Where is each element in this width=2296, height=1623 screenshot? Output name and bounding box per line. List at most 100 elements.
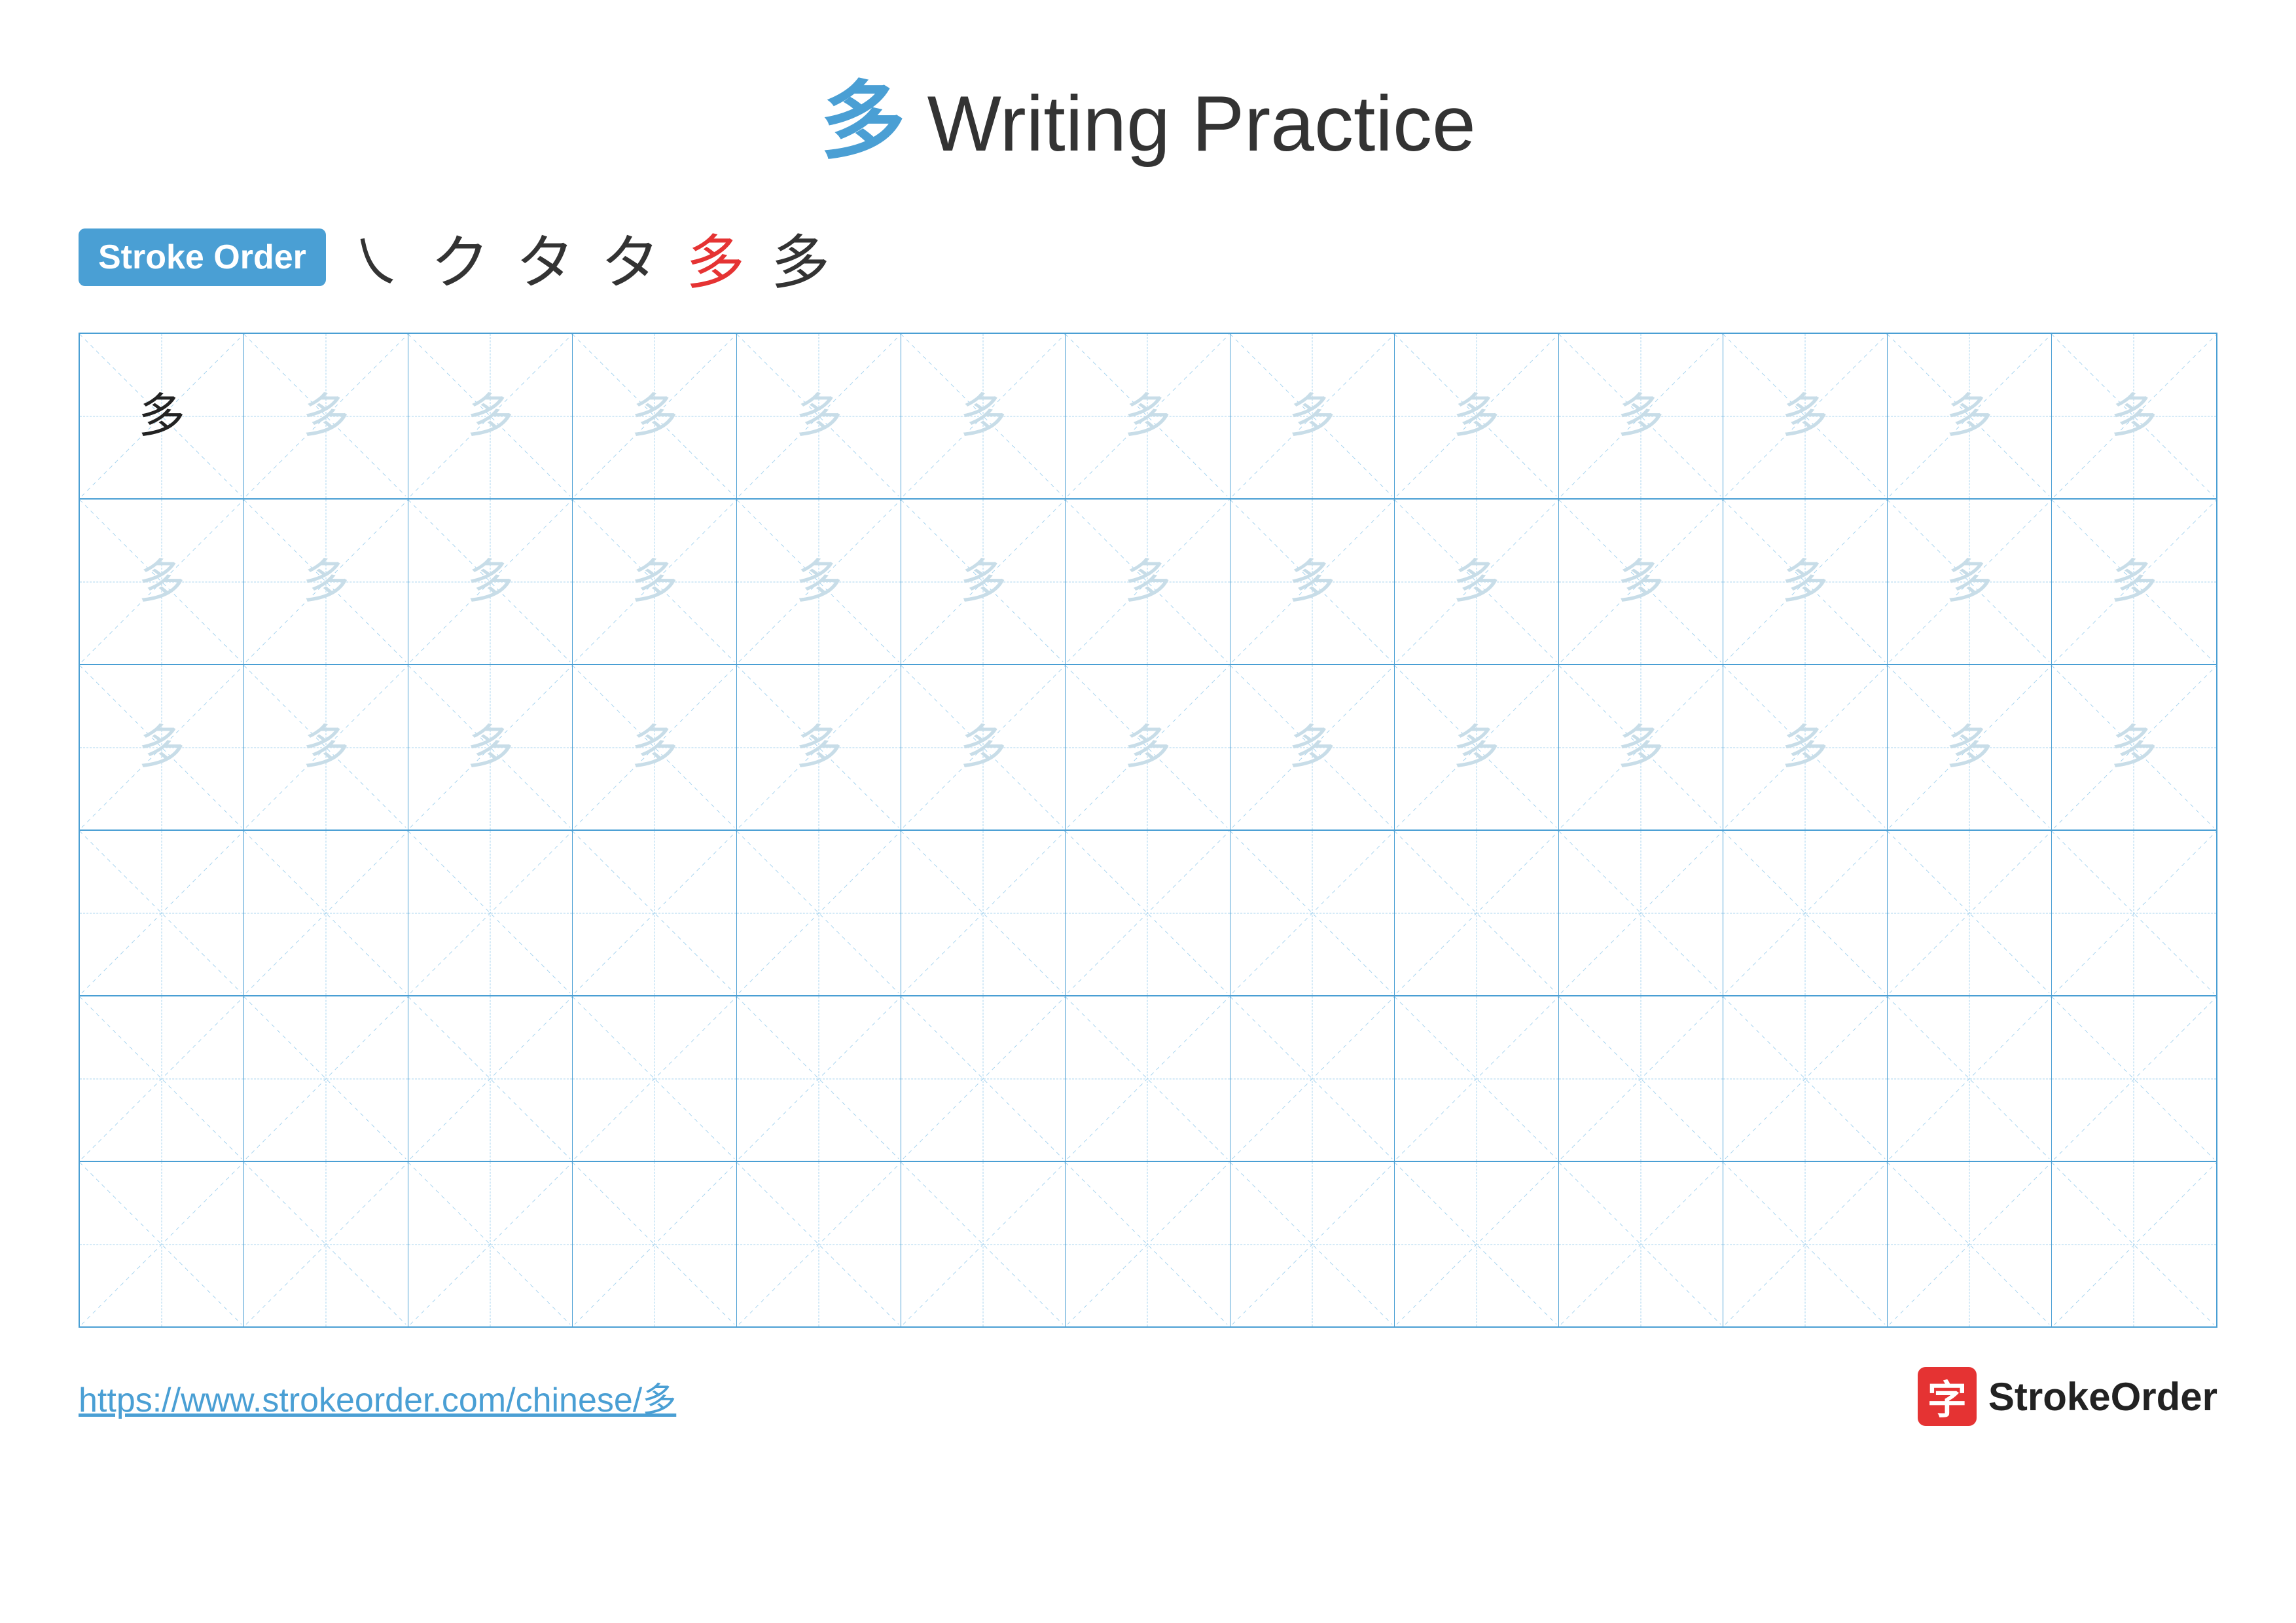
grid-cell-r5-c11[interactable]: [1723, 996, 1888, 1161]
grid-cell-r5-c9[interactable]: [1395, 996, 1559, 1161]
grid-cell-r1-c13[interactable]: 多: [2052, 334, 2216, 498]
grid-cell-r4-c11[interactable]: [1723, 831, 1888, 995]
grid-cell-r3-c1[interactable]: 多: [80, 665, 244, 830]
grid-cell-r3-c7[interactable]: 多: [1066, 665, 1230, 830]
grid-cell-r5-c12[interactable]: [1888, 996, 2052, 1161]
grid-cell-r5-c3[interactable]: [408, 996, 573, 1161]
grid-row-6: [80, 1162, 2216, 1326]
grid-cell-r2-c10[interactable]: 多: [1559, 500, 1723, 664]
grid-cell-r1-c6[interactable]: 多: [901, 334, 1066, 498]
grid-cell-r1-c1[interactable]: 多: [80, 334, 244, 498]
grid-cell-r6-c2[interactable]: [244, 1162, 408, 1326]
grid-cell-r6-c12[interactable]: [1888, 1162, 2052, 1326]
grid-cell-r5-c8[interactable]: [1230, 996, 1395, 1161]
grid-cell-r6-c8[interactable]: [1230, 1162, 1395, 1326]
grid-cell-r3-c4[interactable]: 多: [573, 665, 737, 830]
grid-cell-r1-c8[interactable]: 多: [1230, 334, 1395, 498]
grid-cell-r1-c11[interactable]: 多: [1723, 334, 1888, 498]
grid-cell-r6-c6[interactable]: [901, 1162, 1066, 1326]
grid-cell-r6-c4[interactable]: [573, 1162, 737, 1326]
grid-cell-r2-c7[interactable]: 多: [1066, 500, 1230, 664]
grid-cell-r6-c3[interactable]: [408, 1162, 573, 1326]
grid-cell-r1-c2[interactable]: 多: [244, 334, 408, 498]
stroke-sequence: ㇏ ク タ タ 多 多: [346, 215, 830, 300]
grid-cell-r1-c5[interactable]: 多: [737, 334, 901, 498]
footer: https://www.strokeorder.com/chinese/多 字 …: [52, 1367, 2244, 1426]
grid-cell-r3-c8[interactable]: 多: [1230, 665, 1395, 830]
grid-cell-r5-c4[interactable]: [573, 996, 737, 1161]
grid-cell-r2-c2[interactable]: 多: [244, 500, 408, 664]
grid-cell-r2-c11[interactable]: 多: [1723, 500, 1888, 664]
grid-cell-r4-c2[interactable]: [244, 831, 408, 995]
grid-cell-r1-c7[interactable]: 多: [1066, 334, 1230, 498]
grid-cell-r6-c9[interactable]: [1395, 1162, 1559, 1326]
grid-cell-r4-c1[interactable]: [80, 831, 244, 995]
grid-row-2: 多 多 多 多 多 多 多 多 多 多 多 多 多: [80, 500, 2216, 665]
grid-cell-r5-c2[interactable]: [244, 996, 408, 1161]
grid-cell-r4-c12[interactable]: [1888, 831, 2052, 995]
grid-cell-r4-c10[interactable]: [1559, 831, 1723, 995]
grid-cell-r1-c9[interactable]: 多: [1395, 334, 1559, 498]
grid-cell-r3-c5[interactable]: 多: [737, 665, 901, 830]
grid-cell-r5-c1[interactable]: [80, 996, 244, 1161]
grid-cell-r6-c11[interactable]: [1723, 1162, 1888, 1326]
grid-cell-r6-c5[interactable]: [737, 1162, 901, 1326]
grid-cell-r3-c12[interactable]: 多: [1888, 665, 2052, 830]
grid-cell-r4-c7[interactable]: [1066, 831, 1230, 995]
stroke-2: ク: [431, 215, 490, 300]
grid-cell-r5-c6[interactable]: [901, 996, 1066, 1161]
grid-cell-r5-c7[interactable]: [1066, 996, 1230, 1161]
page-title: 多 Writing Practice: [52, 52, 2244, 175]
grid-cell-r4-c9[interactable]: [1395, 831, 1559, 995]
grid-cell-r3-c10[interactable]: 多: [1559, 665, 1723, 830]
grid-cell-r1-c12[interactable]: 多: [1888, 334, 2052, 498]
grid-row-5: [80, 996, 2216, 1162]
grid-cell-r4-c6[interactable]: [901, 831, 1066, 995]
stroke-5-highlight: 多: [686, 215, 745, 300]
char-r1-c1: 多: [138, 393, 185, 440]
stroke-4: タ: [601, 215, 660, 300]
grid-cell-r2-c3[interactable]: 多: [408, 500, 573, 664]
footer-logo: 字 StrokeOrder: [1918, 1367, 2217, 1426]
grid-cell-r2-c12[interactable]: 多: [1888, 500, 2052, 664]
grid-cell-r1-c3[interactable]: 多: [408, 334, 573, 498]
stroke-order-row: Stroke Order ㇏ ク タ タ 多 多: [79, 215, 2244, 300]
grid-cell-r4-c3[interactable]: [408, 831, 573, 995]
grid-cell-r2-c9[interactable]: 多: [1395, 500, 1559, 664]
grid-cell-r5-c10[interactable]: [1559, 996, 1723, 1161]
grid-cell-r6-c7[interactable]: [1066, 1162, 1230, 1326]
logo-text: StrokeOrder: [1988, 1374, 2217, 1419]
grid-cell-r6-c1[interactable]: [80, 1162, 244, 1326]
grid-cell-r3-c9[interactable]: 多: [1395, 665, 1559, 830]
footer-url[interactable]: https://www.strokeorder.com/chinese/多: [79, 1372, 676, 1421]
grid-cell-r4-c8[interactable]: [1230, 831, 1395, 995]
grid-cell-r3-c6[interactable]: 多: [901, 665, 1066, 830]
grid-cell-r3-c2[interactable]: 多: [244, 665, 408, 830]
stroke-3: タ: [516, 215, 575, 300]
grid-cell-r2-c6[interactable]: 多: [901, 500, 1066, 664]
stroke-order-badge: Stroke Order: [79, 228, 326, 286]
title-english: Writing Practice: [905, 80, 1475, 168]
stroke-1: ㇏: [346, 215, 404, 300]
grid-row-1: 多 多 多 多 多 多 多 多 多 多 多 多 多: [80, 334, 2216, 500]
grid-cell-r3-c11[interactable]: 多: [1723, 665, 1888, 830]
grid-cell-r2-c1[interactable]: 多: [80, 500, 244, 664]
grid-cell-r2-c4[interactable]: 多: [573, 500, 737, 664]
grid-cell-r2-c5[interactable]: 多: [737, 500, 901, 664]
grid-cell-r1-c10[interactable]: 多: [1559, 334, 1723, 498]
title-chinese-char: 多: [820, 73, 905, 169]
grid-cell-r3-c13[interactable]: 多: [2052, 665, 2216, 830]
grid-cell-r3-c3[interactable]: 多: [408, 665, 573, 830]
grid-cell-r4-c13[interactable]: [2052, 831, 2216, 995]
grid-cell-r4-c5[interactable]: [737, 831, 901, 995]
grid-cell-r1-c4[interactable]: 多: [573, 334, 737, 498]
practice-grid: 多 多 多 多 多 多 多 多 多 多 多 多 多 多 多 多 多 多 多 多 …: [79, 333, 2217, 1328]
grid-cell-r2-c8[interactable]: 多: [1230, 500, 1395, 664]
grid-cell-r2-c13[interactable]: 多: [2052, 500, 2216, 664]
grid-cell-r5-c13[interactable]: [2052, 996, 2216, 1161]
grid-row-3: 多 多 多 多 多 多 多 多 多 多 多 多 多: [80, 665, 2216, 831]
grid-cell-r5-c5[interactable]: [737, 996, 901, 1161]
grid-cell-r6-c13[interactable]: [2052, 1162, 2216, 1326]
grid-cell-r6-c10[interactable]: [1559, 1162, 1723, 1326]
grid-cell-r4-c4[interactable]: [573, 831, 737, 995]
